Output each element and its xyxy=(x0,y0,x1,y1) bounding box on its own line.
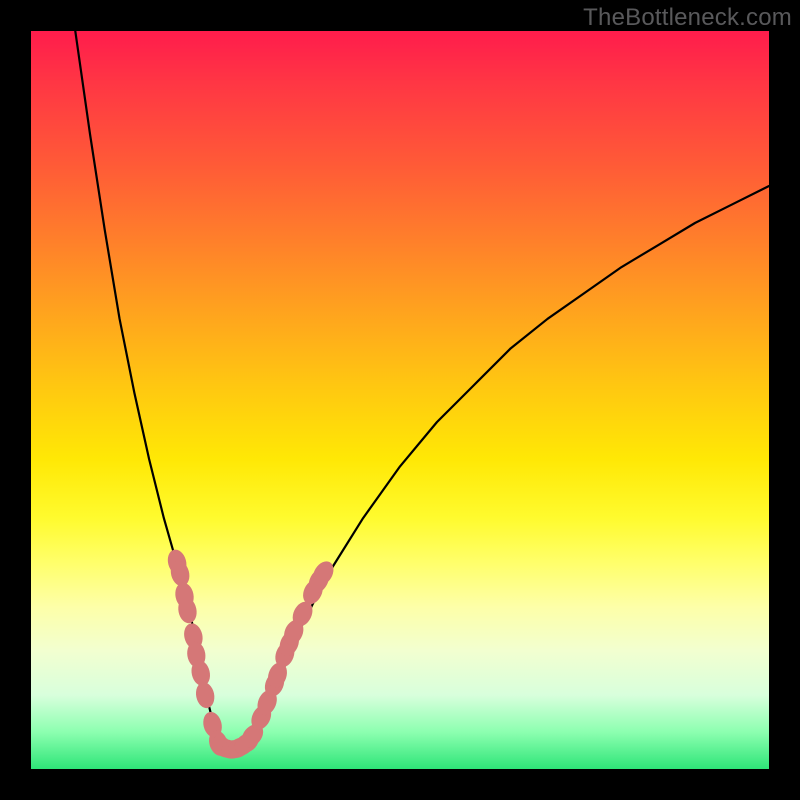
marker-group xyxy=(165,547,338,762)
chart-frame: TheBottleneck.com xyxy=(0,0,800,800)
plot-area xyxy=(31,31,769,769)
curve-svg xyxy=(31,31,769,769)
bottleneck-curve xyxy=(75,31,769,751)
marker-bead xyxy=(194,681,217,710)
watermark-text: TheBottleneck.com xyxy=(583,4,792,32)
